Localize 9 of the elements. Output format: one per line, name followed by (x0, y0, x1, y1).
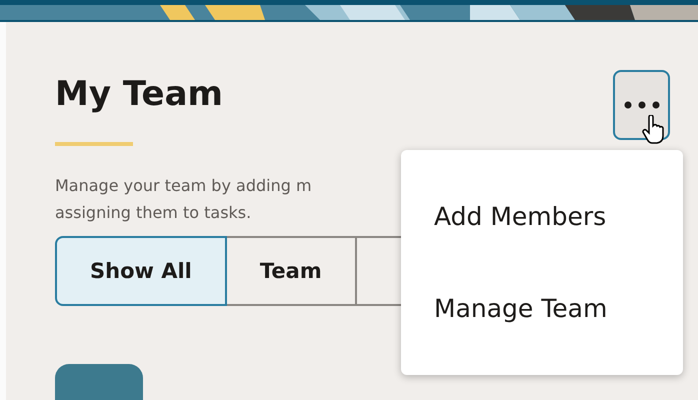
filter-button[interactable]: Show All (55, 236, 227, 306)
page-title: My Team (55, 74, 223, 114)
filter-button[interactable]: Team (226, 236, 357, 306)
description-text: assigning them to tasks. (55, 202, 252, 224)
menu-item[interactable]: Add Members (401, 170, 683, 262)
menu-item[interactable]: Manage Team (401, 262, 683, 354)
more-icon (624, 101, 660, 109)
description-text: Manage your team by adding m (55, 175, 312, 197)
hand-cursor-icon (642, 115, 666, 145)
